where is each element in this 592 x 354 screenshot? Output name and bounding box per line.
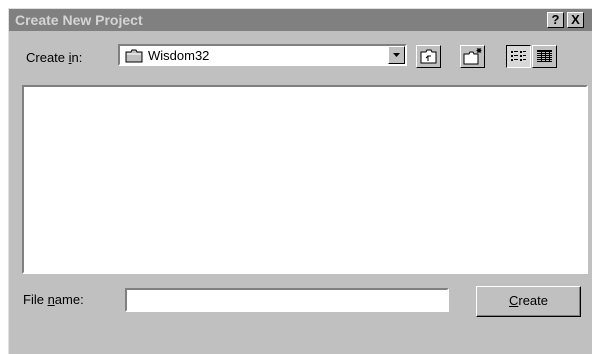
up-folder-icon [420,49,437,64]
file-name-label: File name: [23,292,84,307]
close-button[interactable]: X [567,12,584,28]
file-name-input[interactable] [125,288,449,312]
dropdown-button[interactable] [388,46,405,64]
new-folder-icon [463,48,482,65]
create-button[interactable]: Create [476,286,581,317]
chevron-down-icon [393,53,400,57]
list-view-button[interactable] [506,45,531,68]
file-list-area[interactable] [22,85,588,274]
details-view-icon [537,50,552,62]
new-folder-button[interactable] [460,45,485,68]
create-in-combobox[interactable]: Wisdom32 [118,44,407,66]
list-view-icon [511,51,526,61]
folder-icon [125,49,143,66]
create-in-value: Wisdom32 [148,48,210,63]
create-in-label: Create in: [26,50,83,65]
create-project-dialog: Create New Project ? X Create in: Wisdom… [8,8,592,354]
up-one-level-button[interactable] [416,45,441,68]
title-bar[interactable]: Create New Project ? X [9,9,592,31]
details-view-button[interactable] [532,45,557,68]
dialog-title: Create New Project [15,12,143,28]
help-button[interactable]: ? [547,12,564,28]
